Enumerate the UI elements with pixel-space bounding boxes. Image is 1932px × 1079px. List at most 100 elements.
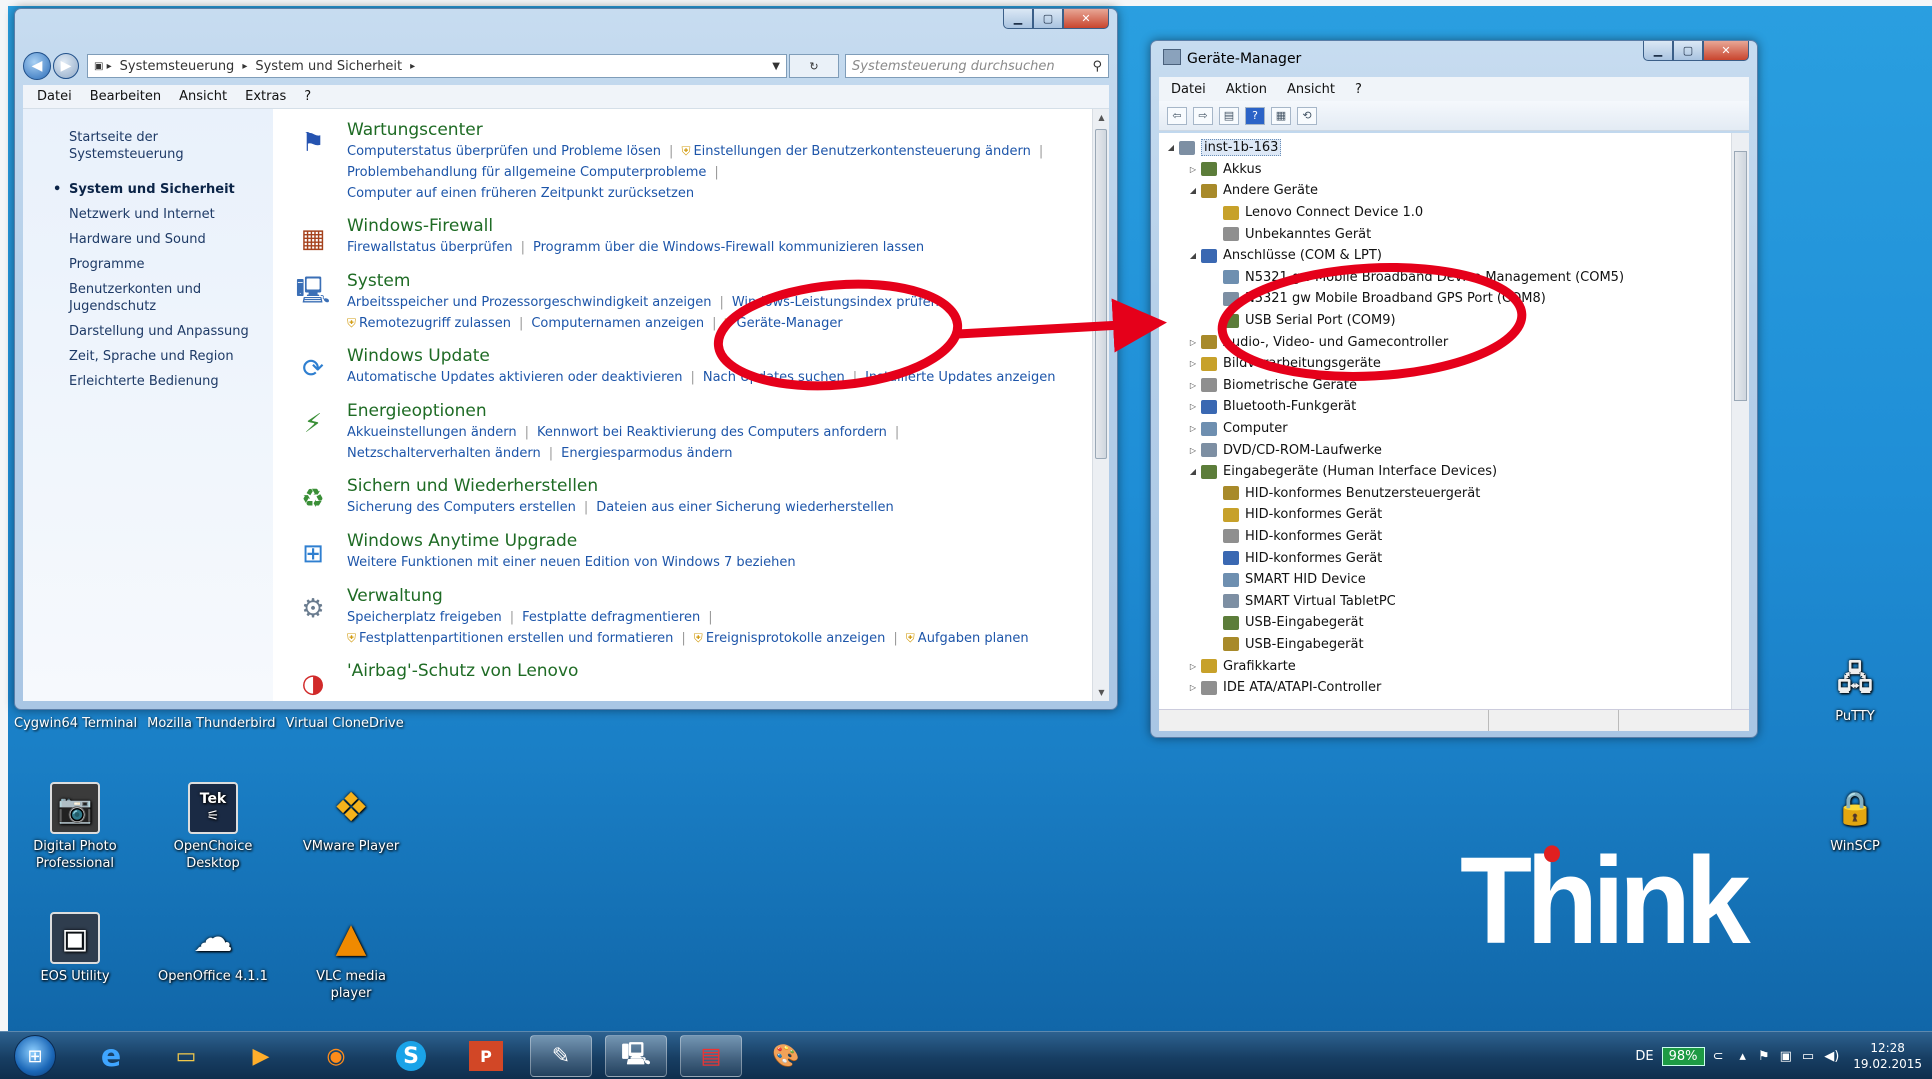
clock[interactable]: 12:28 19.02.2015 [1853,1040,1922,1072]
sidebar-item-programs[interactable]: Programme [23,252,273,277]
tree-node[interactable]: ▷ Biometrische Geräte [1165,375,1729,397]
taskbar-powerpoint-button[interactable]: P [455,1035,517,1077]
taskbar-device-manager-button[interactable]: 🖳 [605,1035,667,1077]
expanded-arrow-icon[interactable]: ◢ [1165,143,1177,152]
show-hidden-icons-icon[interactable]: ▴ [1739,1049,1746,1064]
sidebar-item-hardware[interactable]: Hardware und Sound [23,227,273,252]
power-icon[interactable]: ▭ [1802,1049,1814,1064]
task-link[interactable]: Firewallstatus überprüfen [347,240,513,255]
menu-help[interactable]: ? [304,89,311,104]
menu-ansicht[interactable]: Ansicht [1287,82,1335,97]
start-button[interactable]: ⊞ [14,1035,56,1077]
desktop-icon[interactable]: 🖧 PuTTY [1800,652,1910,725]
forward-arrow-icon[interactable]: ⇨ [1193,106,1213,125]
tree-node[interactable]: Unbekanntes Gerät [1165,223,1729,245]
taskbar-firefox-button[interactable]: ◉ [305,1035,367,1077]
flag-icon[interactable]: ⚑ [1758,1049,1770,1064]
task-link[interactable]: Akkueinstellungen ändern [347,425,517,440]
menu-ansicht[interactable]: Ansicht [179,89,227,104]
task-link[interactable]: Ereignisprotokolle anzeigen [706,631,886,646]
desktop-icon-label[interactable]: Cygwin64 Terminal [14,716,137,731]
device-manager-link[interactable]: Geräte-Manager [737,316,843,331]
menu-bearbeiten[interactable]: Bearbeiten [90,89,161,104]
tree-node[interactable]: N5321 gw Mobile Broadband Device Managem… [1165,267,1729,289]
tree-node[interactable]: ▷ Computer [1165,418,1729,440]
tree-node[interactable]: HID-konformes Gerät [1165,547,1729,569]
task-link[interactable]: Weitere Funktionen mit einer neuen Editi… [347,555,796,570]
task-link[interactable]: Speicherplatz freigeben [347,610,502,625]
taskbar-toolbox-button[interactable]: ▤ [680,1035,742,1077]
tree-node[interactable]: USB-Eingabegerät [1165,634,1729,656]
tree-node[interactable]: HID-konformes Gerät [1165,504,1729,526]
address-dropdown-icon[interactable]: ▼ [772,61,780,72]
back-button[interactable]: ◀ [23,52,51,80]
collapsed-arrow-icon[interactable]: ▷ [1187,662,1199,671]
network-icon[interactable]: ⊂ [1713,1049,1724,1064]
task-link[interactable]: Sicherung des Computers erstellen [347,500,576,515]
scroll-down-icon[interactable]: ▼ [1093,684,1109,701]
scroll-up-icon[interactable]: ▲ [1093,109,1109,126]
taskbar-paint-palette-button[interactable]: 🎨 [755,1035,817,1077]
tree-node[interactable]: N5321 gw Mobile Broadband GPS Port (COM8… [1165,288,1729,310]
expanded-arrow-icon[interactable]: ◢ [1187,467,1199,476]
volume-icon[interactable]: ◀) [1824,1049,1839,1064]
menu-aktion[interactable]: Aktion [1226,82,1267,97]
category-title[interactable]: Sichern und Wiederherstellen [347,475,894,497]
collapsed-arrow-icon[interactable]: ▷ [1187,402,1199,411]
category-title[interactable]: Windows Anytime Upgrade [347,530,796,552]
sidebar-item-clock-region[interactable]: Zeit, Sprache und Region [23,344,273,369]
tree-node[interactable]: ▷ Bluetooth-Funkgerät [1165,396,1729,418]
task-link[interactable]: Nach Updates suchen [703,370,845,385]
menu-datei[interactable]: Datei [1171,82,1206,97]
breadcrumb-item[interactable]: Systemsteuerung [120,59,235,74]
collapsed-arrow-icon[interactable]: ▷ [1187,683,1199,692]
back-arrow-icon[interactable]: ⇦ [1167,106,1187,125]
category-title[interactable]: 'Airbag'-Schutz von Lenovo [347,660,578,682]
address-bar[interactable]: ▣ ▸ Systemsteuerung ▸ System und Sicherh… [87,54,787,78]
scroll-thumb[interactable] [1734,151,1747,401]
close-button[interactable]: ✕ [1703,41,1749,61]
task-link[interactable]: Arbeitsspeicher und Prozessorgeschwindig… [347,295,711,310]
breadcrumb-separator-icon[interactable]: ▸ [242,61,247,72]
properties-icon[interactable]: ▤ [1219,106,1239,125]
sidebar-item-accounts[interactable]: Benutzerkonten und Jugendschutz [23,277,223,319]
tree-node[interactable]: ◢ Eingabegeräte (Human Interface Devices) [1165,461,1729,483]
tree-node[interactable]: ◢ Andere Geräte [1165,180,1729,202]
breadcrumb-item[interactable]: System und Sicherheit [255,59,402,74]
desktop-icon[interactable]: ▣ EOS Utility [20,912,130,985]
taskbar-skype-button[interactable]: S [380,1035,442,1077]
tree-node[interactable]: ▷ Bildverarbeitungsgeräte [1165,353,1729,375]
collapsed-arrow-icon[interactable]: ▷ [1187,381,1199,390]
category-title[interactable]: Energieoptionen [347,400,907,422]
desktop-icon[interactable]: ▲ VLC media player [296,912,406,1002]
tree-node[interactable]: USB Serial Port (COM9) [1165,310,1729,332]
collapsed-arrow-icon[interactable]: ▷ [1187,165,1199,174]
sidebar-item-network[interactable]: Netzwerk und Internet [23,202,273,227]
tree-node[interactable]: ▷ DVD/CD-ROM-Laufwerke [1165,439,1729,461]
desktop-icon[interactable]: ❖ VMware Player [296,782,406,855]
desktop-icon-label[interactable]: Virtual CloneDrive [286,716,404,731]
refresh-button[interactable]: ↻ [789,54,839,78]
desktop-icon[interactable]: Tek ⚟ OpenChoice Desktop [158,782,268,872]
tree-node[interactable]: USB-Eingabegerät [1165,612,1729,634]
vertical-scrollbar[interactable]: ▲ ▼ [1092,109,1109,701]
language-indicator[interactable]: DE [1635,1049,1653,1064]
maximize-button[interactable]: ▢ [1673,41,1703,61]
task-link[interactable]: Energiesparmodus ändern [561,446,732,461]
task-link[interactable]: Aufgaben planen [918,631,1029,646]
vertical-scrollbar[interactable] [1731,133,1749,709]
menu-help[interactable]: ? [1355,82,1362,97]
task-link[interactable]: Einstellungen der Benutzerkontensteuerun… [693,144,1030,159]
help-icon[interactable]: ? [1245,106,1265,125]
sidebar-item-appearance[interactable]: Darstellung und Anpassung [23,319,273,344]
view-icon[interactable]: ▦ [1271,106,1291,125]
minimize-button[interactable]: ▁ [1003,9,1033,29]
category-title[interactable]: Wartungscenter [347,119,1051,141]
collapsed-arrow-icon[interactable]: ▷ [1187,338,1199,347]
menu-extras[interactable]: Extras [245,89,286,104]
task-link[interactable]: Computer auf einen früheren Zeitpunkt zu… [347,186,694,201]
taskbar-explorer-button[interactable]: ▭ [155,1035,217,1077]
scroll-thumb[interactable] [1095,129,1107,459]
task-link[interactable]: Festplattenpartitionen erstellen und for… [359,631,673,646]
tree-node[interactable]: ▷ IDE ATA/ATAPI-Controller [1165,677,1729,699]
